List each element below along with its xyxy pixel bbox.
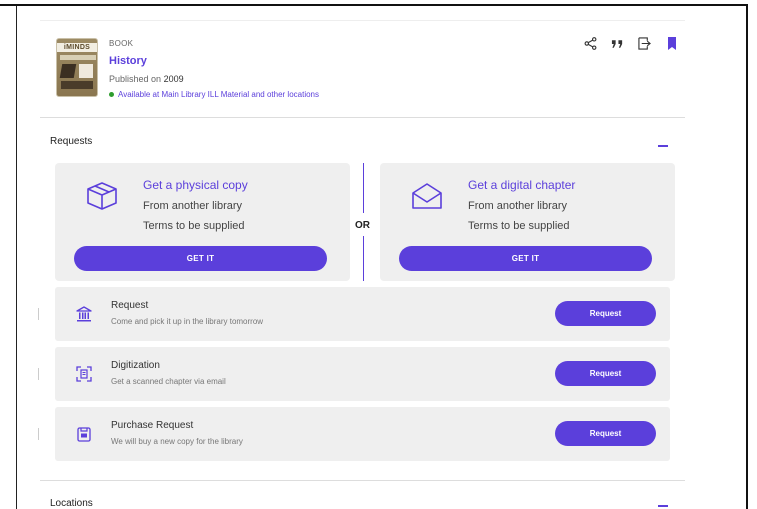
request-pickup-button[interactable]: Request bbox=[555, 301, 656, 326]
availability-text: Available at Main Library ILL Material a… bbox=[118, 90, 319, 99]
digital-chapter-source: From another library bbox=[468, 200, 568, 212]
book-cover-thumbnail[interactable]: iMINDS bbox=[56, 38, 98, 97]
physical-copy-terms: Terms to be supplied bbox=[143, 220, 245, 232]
record-actions bbox=[582, 35, 680, 52]
request-row-title: Request bbox=[111, 300, 149, 311]
published-year: 2009 bbox=[163, 74, 184, 84]
window-frame-right bbox=[746, 4, 748, 509]
share-icon[interactable] bbox=[582, 35, 599, 52]
collapse-requests-icon[interactable] bbox=[658, 145, 668, 147]
physical-copy-heading: Get a physical copy bbox=[143, 178, 248, 192]
available-dot-icon bbox=[109, 92, 114, 97]
content-left-border bbox=[16, 6, 17, 509]
collapse-locations-icon[interactable] bbox=[658, 505, 668, 507]
purchase-request-row-title: Purchase Request bbox=[111, 420, 194, 431]
library-icon bbox=[76, 306, 92, 322]
row-marker bbox=[38, 368, 39, 380]
section-divider bbox=[40, 117, 685, 118]
scan-icon bbox=[76, 366, 92, 382]
locations-section-title: Locations bbox=[50, 498, 93, 509]
digitization-row-title: Digitization bbox=[111, 360, 160, 371]
row-marker bbox=[38, 428, 39, 440]
or-divider-top bbox=[363, 163, 364, 213]
digital-chapter-card: Get a digital chapter From another libra… bbox=[380, 163, 675, 281]
record-title[interactable]: History bbox=[109, 55, 147, 67]
physical-copy-card: Get a physical copy From another library… bbox=[55, 163, 350, 281]
digital-chapter-terms: Terms to be supplied bbox=[468, 220, 570, 232]
purchase-request-row: Purchase Request We will buy a new copy … bbox=[55, 407, 670, 461]
publication-info: Published on 2009 bbox=[109, 74, 184, 84]
purchase-request-row-description: We will buy a new copy for the library bbox=[111, 437, 243, 446]
availability-status[interactable]: Available at Main Library ILL Material a… bbox=[109, 90, 319, 99]
or-label: OR bbox=[355, 220, 370, 231]
digitization-row: Digitization Get a scanned chapter via e… bbox=[55, 347, 670, 401]
requests-section-title: Requests bbox=[50, 136, 93, 147]
resource-type: BOOK bbox=[109, 39, 134, 48]
window-frame-top bbox=[0, 4, 748, 6]
section-divider bbox=[40, 480, 685, 481]
row-marker bbox=[38, 308, 39, 320]
or-divider-bottom bbox=[363, 236, 364, 281]
get-physical-copy-button[interactable]: GET IT bbox=[74, 246, 327, 271]
digital-chapter-heading: Get a digital chapter bbox=[468, 178, 576, 192]
citation-icon[interactable] bbox=[609, 35, 626, 52]
request-digitization-button[interactable]: Request bbox=[555, 361, 656, 386]
request-purchase-button[interactable]: Request bbox=[555, 421, 656, 446]
top-divider bbox=[40, 20, 685, 21]
envelope-icon bbox=[412, 183, 442, 209]
bookmark-icon[interactable] bbox=[663, 35, 680, 52]
get-digital-chapter-button[interactable]: GET IT bbox=[399, 246, 652, 271]
digitization-row-description: Get a scanned chapter via email bbox=[111, 377, 226, 386]
published-label: Published on bbox=[109, 74, 162, 84]
request-row-description: Come and pick it up in the library tomor… bbox=[111, 317, 264, 326]
physical-copy-source: From another library bbox=[143, 200, 243, 212]
cover-brand-text: iMINDS bbox=[63, 44, 91, 51]
box-icon bbox=[87, 182, 117, 210]
purchase-icon bbox=[77, 427, 91, 442]
send-to-icon[interactable] bbox=[636, 35, 653, 52]
request-row: Request Come and pick it up in the libra… bbox=[55, 287, 670, 341]
